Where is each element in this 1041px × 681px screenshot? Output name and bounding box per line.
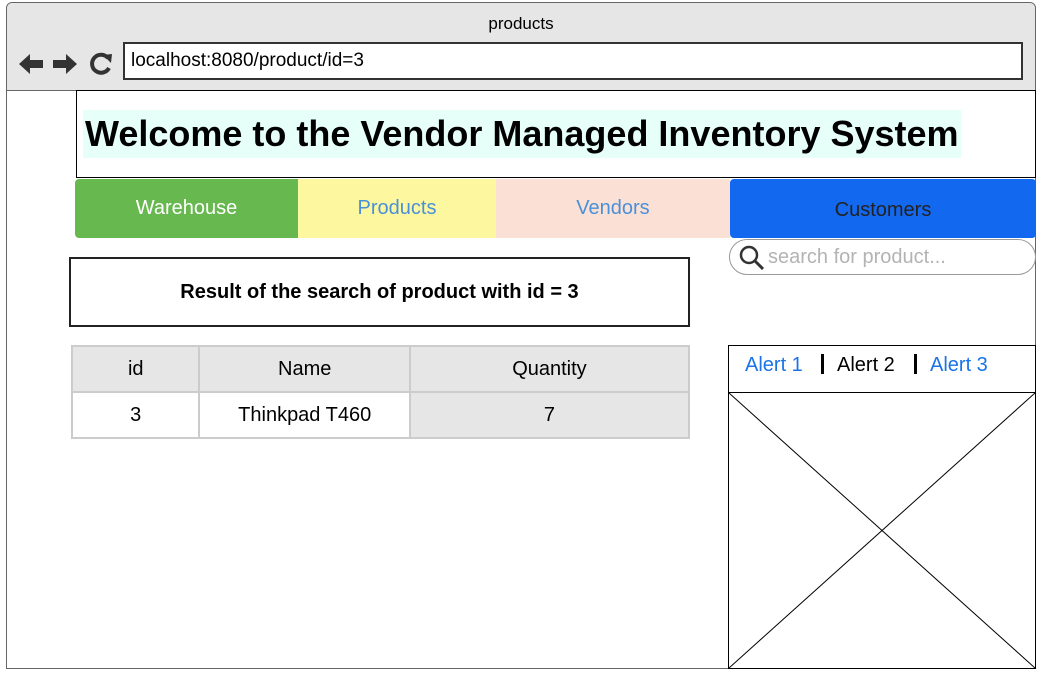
table-row[interactable]: 3 Thinkpad T460 7 xyxy=(70,391,691,439)
column-header-id: id xyxy=(70,345,201,393)
column-header-quantity: Quantity xyxy=(408,345,691,393)
address-bar[interactable]: localhost:8080/product/id=3 xyxy=(123,42,1023,80)
browser-chrome: products localhost:8080/product/id=3 xyxy=(7,3,1035,91)
cell-id: 3 xyxy=(70,391,201,439)
alert-tab-divider xyxy=(914,354,917,374)
alerts-tab-bar: Alert 1 Alert 2 Alert 3 xyxy=(729,346,1035,393)
column-header-name: Name xyxy=(198,345,411,393)
tab-vendors[interactable]: Vendors xyxy=(496,179,730,238)
table-header-row: id Name Quantity xyxy=(70,345,691,393)
search-box[interactable] xyxy=(729,239,1036,275)
page-header: Welcome to the Vendor Managed Inventory … xyxy=(76,90,1036,178)
page-title: Welcome to the Vendor Managed Inventory … xyxy=(83,110,961,158)
alert-tab-1[interactable]: Alert 1 xyxy=(745,348,803,382)
cell-name: Thinkpad T460 xyxy=(198,391,411,439)
search-icon xyxy=(738,244,766,272)
tab-warehouse[interactable]: Warehouse xyxy=(75,179,298,238)
result-heading: Result of the search of product with id … xyxy=(69,257,690,327)
alert-tab-3[interactable]: Alert 3 xyxy=(930,348,988,382)
window-title: products xyxy=(488,14,554,33)
alert-tab-2[interactable]: Alert 2 xyxy=(837,348,895,382)
tab-customers[interactable]: Customers xyxy=(730,179,1036,238)
image-placeholder xyxy=(728,392,1036,669)
back-arrow-icon[interactable] xyxy=(17,51,45,77)
alerts-panel: Alert 1 Alert 2 Alert 3 xyxy=(728,345,1036,669)
reload-icon[interactable] xyxy=(87,51,115,77)
cell-quantity: 7 xyxy=(408,391,691,439)
tab-products[interactable]: Products xyxy=(298,179,496,238)
results-table: id Name Quantity 3 Thinkpad T460 7 xyxy=(70,345,691,439)
search-input[interactable] xyxy=(768,243,1023,271)
forward-arrow-icon[interactable] xyxy=(51,51,79,77)
alert-tab-divider xyxy=(821,354,824,374)
